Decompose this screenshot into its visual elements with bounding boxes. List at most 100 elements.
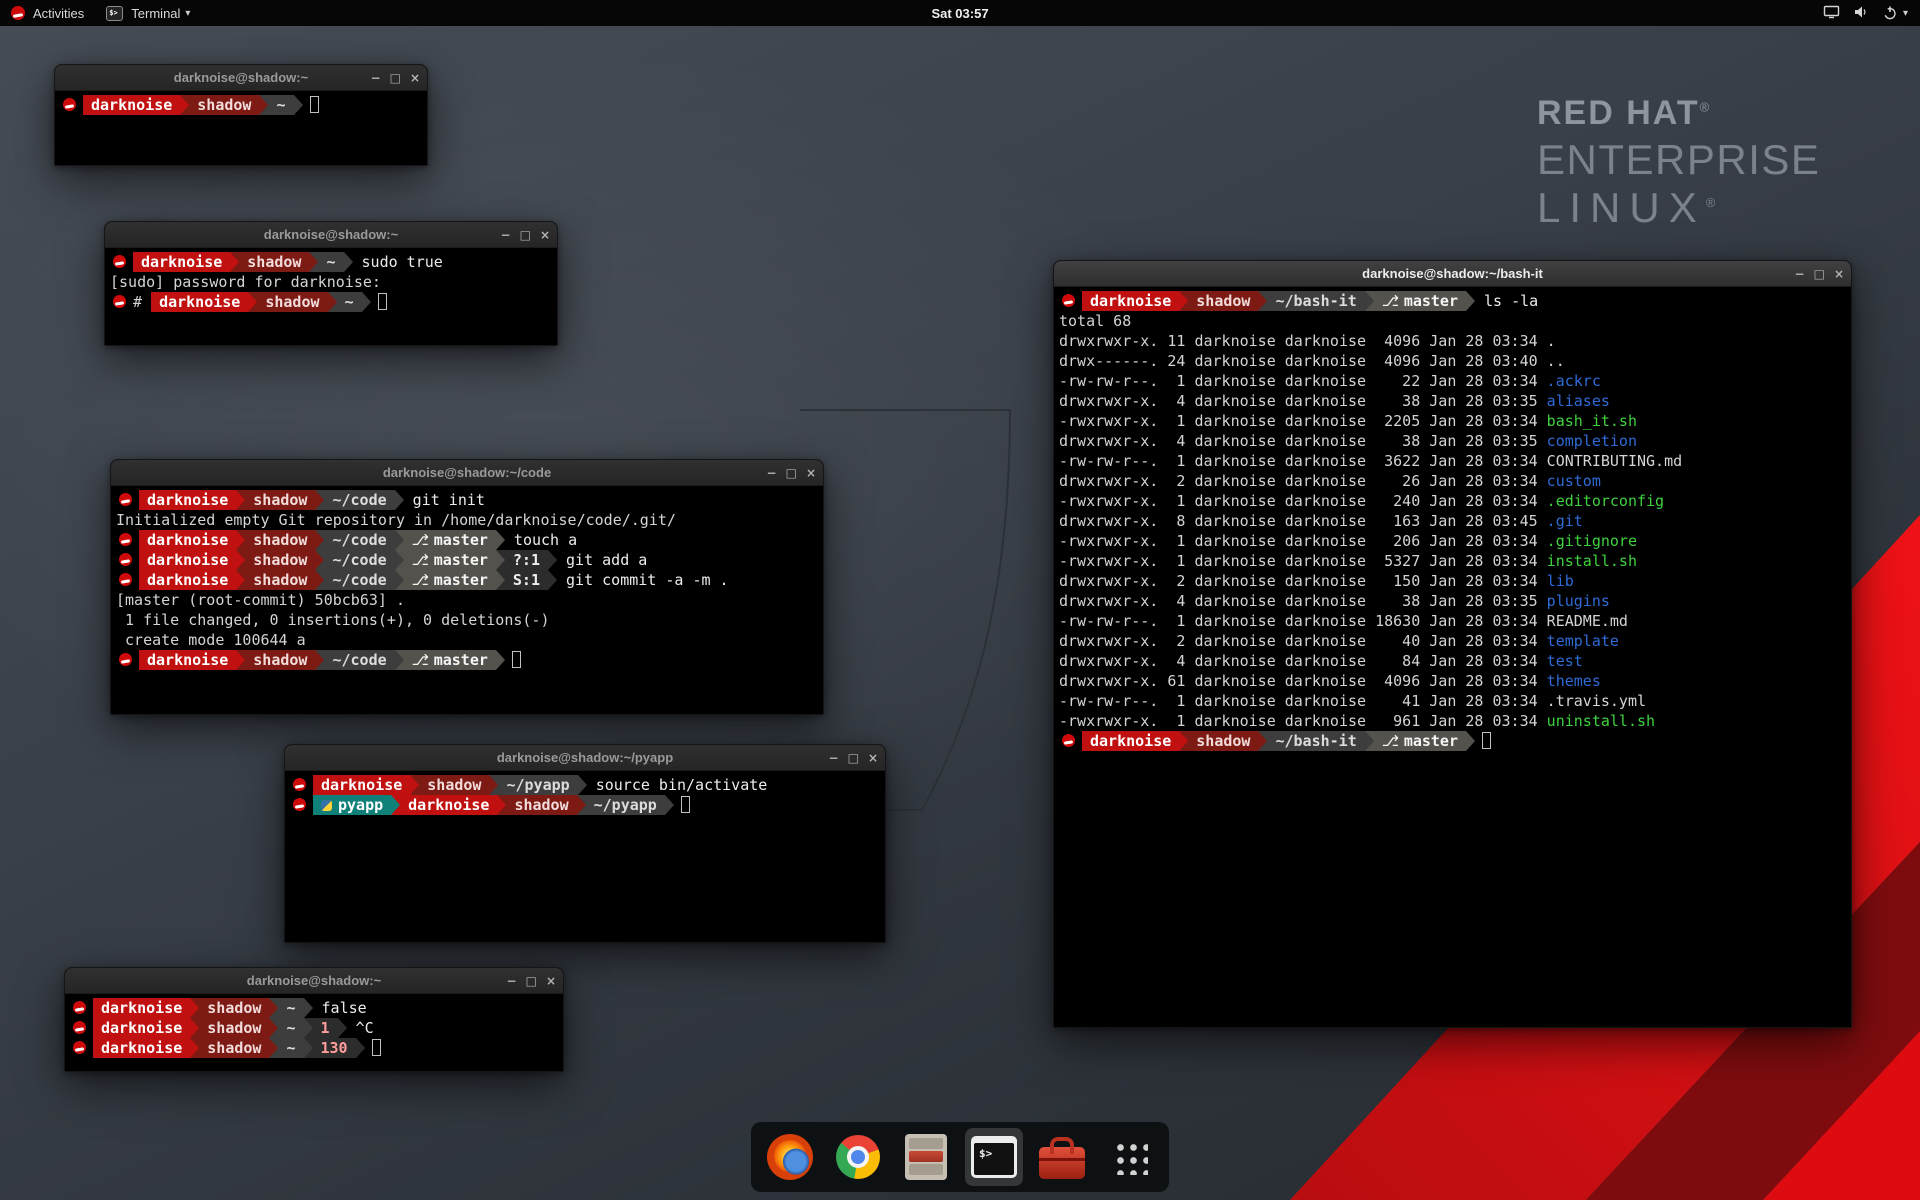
terminal-screen[interactable]: darknoiseshadow~ falsedarknoiseshadow~1 …: [65, 994, 563, 1071]
display-icon[interactable]: [1823, 4, 1840, 22]
dock-item-file-manager[interactable]: [897, 1128, 955, 1186]
terminal-cursor: [378, 293, 387, 310]
command-text: ls -la: [1475, 291, 1538, 311]
output-text: drwxrwxr-x. 8 darknoise darknoise 163 Ja…: [1059, 511, 1547, 531]
window-titlebar[interactable]: darknoise@shadow:~/bash-it−□×: [1054, 261, 1851, 287]
minimize-button[interactable]: −: [501, 229, 511, 241]
terminal-line: darknoiseshadow~/code⎇ master: [116, 650, 823, 670]
terminal-cursor: [310, 96, 319, 113]
output-text: drwxrwxr-x. 2 darknoise darknoise 150 Ja…: [1059, 571, 1547, 591]
minimize-button[interactable]: −: [829, 752, 839, 764]
redhat-prompt-icon: [73, 1021, 86, 1034]
maximize-button[interactable]: □: [520, 229, 531, 241]
maximize-button[interactable]: □: [1814, 268, 1825, 280]
minimize-button[interactable]: −: [371, 72, 381, 84]
command-text: sudo true: [353, 252, 443, 272]
git-branch-icon: ⎇: [412, 551, 434, 569]
app-menu-label: Terminal: [131, 6, 180, 21]
window-title: darknoise@shadow:~: [165, 227, 497, 242]
window-title: darknoise@shadow:~: [115, 70, 367, 85]
window-titlebar[interactable]: darknoise@shadow:~/pyapp−□×: [285, 745, 885, 771]
powerline-separator-icon: [1179, 291, 1188, 311]
top-bar: Activities Terminal ▾ Sat 03:57 ▾: [0, 0, 1920, 26]
terminal-screen[interactable]: darknoiseshadow~/code git initInitialize…: [111, 486, 823, 714]
prompt-segment-host: shadow: [1188, 291, 1258, 311]
prompt-segment-host: shadow: [199, 1018, 269, 1038]
show-applications-icon: [1112, 1139, 1148, 1175]
minimize-button[interactable]: −: [507, 975, 517, 987]
directory-name: lib: [1547, 571, 1574, 591]
caret-down-icon: ▾: [1903, 8, 1908, 19]
powerline-separator-icon: [304, 1038, 313, 1058]
maximize-button[interactable]: □: [526, 975, 537, 987]
terminal-line: drwxrwxr-x. 4 darknoise darknoise 38 Jan…: [1059, 391, 1851, 411]
dock-item-toolbox[interactable]: [1033, 1128, 1091, 1186]
command-text: git init: [404, 490, 485, 510]
maximize-button[interactable]: □: [848, 752, 859, 764]
close-button[interactable]: ×: [546, 975, 556, 987]
terminal-window-w1[interactable]: darknoise@shadow:~−□ × darknoiseshadow~: [54, 64, 428, 166]
volume-icon[interactable]: [1853, 4, 1869, 23]
app-menu-terminal[interactable]: Terminal ▾: [95, 0, 201, 26]
terminal-window-w5[interactable]: darknoise@shadow:~−□×darknoiseshadow~ fa…: [64, 967, 564, 1072]
command-text: false: [313, 998, 367, 1018]
file-manager-icon: [905, 1134, 947, 1180]
git-branch-icon: ⎇: [412, 571, 434, 589]
clock[interactable]: Sat 03:57: [931, 6, 988, 21]
dock-item-terminal[interactable]: [965, 1128, 1023, 1186]
dock-item-firefox[interactable]: [761, 1128, 819, 1186]
power-menu[interactable]: ▾: [1882, 5, 1908, 21]
minimize-button[interactable]: −: [1795, 268, 1805, 280]
maximize-button[interactable]: □: [786, 467, 797, 479]
output-text: -rwxrwxr-x. 1 darknoise darknoise 5327 J…: [1059, 551, 1547, 571]
terminal-window-w6[interactable]: darknoise@shadow:~/bash-it−□×darknoisesh…: [1053, 260, 1852, 1028]
powerline-separator-icon: [315, 570, 324, 590]
terminal-line: darknoiseshadow~/bash-it⎇ master: [1059, 731, 1851, 751]
close-button[interactable]: ×: [806, 467, 816, 479]
directory-name: completion: [1547, 431, 1637, 451]
terminal-line: -rw-rw-r--. 1 darknoise darknoise 41 Jan…: [1059, 691, 1851, 711]
powerline-separator-icon: [269, 1038, 278, 1058]
minimize-button[interactable]: −: [767, 467, 777, 479]
terminal-line: -rwxrwxr-x. 1 darknoise darknoise 240 Ja…: [1059, 491, 1851, 511]
dock-item-chrome[interactable]: [829, 1128, 887, 1186]
prompt-segment-user: darknoise: [93, 1018, 190, 1038]
terminal-line: drwxrwxr-x. 4 darknoise darknoise 84 Jan…: [1059, 651, 1851, 671]
powerline-separator-icon: [269, 1018, 278, 1038]
output-text: drwxrwxr-x. 11 darknoise darknoise 4096 …: [1059, 331, 1547, 351]
dock-item-show-applications[interactable]: [1101, 1128, 1159, 1186]
activities-button[interactable]: Activities: [0, 0, 95, 26]
prompt-segment-host: shadow: [506, 795, 576, 815]
window-titlebar[interactable]: darknoise@shadow:~−□ ×: [55, 65, 427, 91]
window-controls: −□ ×: [829, 745, 878, 771]
terminal-screen[interactable]: darknoiseshadow~ sudo true[sudo] passwor…: [105, 248, 557, 345]
close-button[interactable]: ×: [868, 752, 878, 764]
terminal-window-w3[interactable]: darknoise@shadow:~/code−□×darknoiseshado…: [110, 459, 824, 715]
output-text: drwxrwxr-x. 4 darknoise darknoise 84 Jan…: [1059, 651, 1547, 671]
terminal-window-w4[interactable]: darknoise@shadow:~/pyapp−□×darknoiseshad…: [284, 744, 886, 943]
window-titlebar[interactable]: darknoise@shadow:~−□ ×: [105, 222, 557, 248]
prompt-segment-path: ~/bash-it: [1267, 291, 1364, 311]
chrome-icon: [836, 1135, 880, 1179]
output-text: #: [133, 292, 151, 312]
terminal-screen[interactable]: darknoiseshadow~/bash-it⎇ master ls -la t…: [1054, 287, 1851, 1027]
powerline-separator-icon: [489, 775, 498, 795]
terminal-screen[interactable]: darknoiseshadow~/pyapp source bin/activa…: [285, 771, 885, 942]
directory-name: themes: [1547, 671, 1601, 691]
close-button[interactable]: ×: [1834, 268, 1844, 280]
terminal-screen[interactable]: darknoiseshadow~: [55, 91, 427, 165]
window-titlebar[interactable]: darknoise@shadow:~−□×: [65, 968, 563, 994]
windows-layer: darknoise@shadow:~−□×darknoiseshadow~dar…: [0, 0, 1920, 1200]
output-text: drwxrwxr-x. 2 darknoise darknoise 26 Jan…: [1059, 471, 1547, 491]
prompt-segment-host: shadow: [257, 292, 327, 312]
close-button[interactable]: ×: [410, 72, 420, 84]
maximize-button[interactable]: □: [390, 72, 401, 84]
redhat-prompt-icon: [63, 98, 76, 111]
prompt-segment-path: ~: [278, 998, 303, 1018]
close-button[interactable]: ×: [540, 229, 550, 241]
terminal-window-w2[interactable]: darknoise@shadow:~−□ × darknoiseshadow~ su…: [104, 221, 558, 346]
window-titlebar[interactable]: darknoise@shadow:~/code−□×: [111, 460, 823, 486]
output-text: Initialized empty Git repository in /hom…: [116, 510, 676, 530]
output-text: drwxrwxr-x. 4 darknoise darknoise 38 Jan…: [1059, 591, 1547, 611]
terminal-line: darknoiseshadow~1 ^C: [70, 1018, 563, 1038]
